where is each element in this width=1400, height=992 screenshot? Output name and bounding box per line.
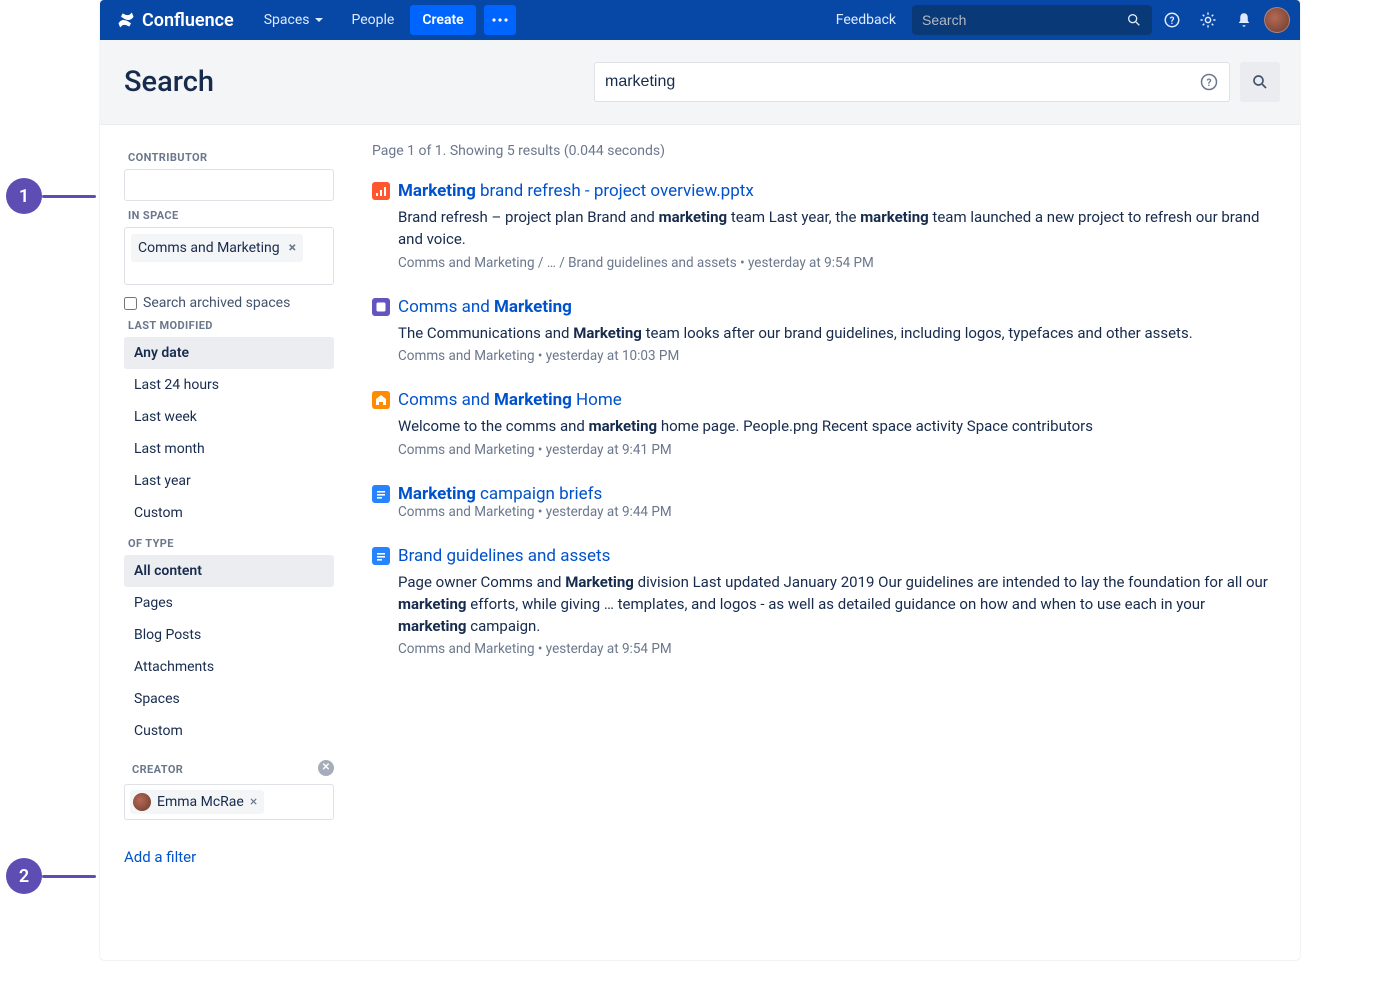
contributor-label: CONTRIBUTOR [128,151,334,164]
page-title: Search [124,65,344,99]
result-snippet: Welcome to the comms and marketing home … [398,416,1270,438]
search-result: Brand guidelines and assets Page owner Co… [372,546,1270,657]
confluence-logo-icon [116,10,136,30]
creator-input[interactable]: Emma McRae × [124,784,334,820]
gear-icon [1199,11,1217,29]
nav-more-button[interactable] [484,5,516,35]
nav-spaces[interactable]: Spaces [252,0,336,40]
results-panel: Page 1 of 1. Showing 5 results (0.044 se… [348,143,1300,866]
filter-option[interactable]: Last 24 hours [124,369,334,401]
settings-button[interactable] [1192,4,1224,36]
top-nav: Confluence Spaces People Create Feedback [100,0,1300,40]
search-header: Search ? [100,40,1300,125]
brand-label: Confluence [142,10,234,31]
search-result: Comms and Marketing The Communications an… [372,297,1270,365]
page-icon [372,485,390,503]
search-result: Marketing brand refresh - project overvi… [372,181,1270,271]
search-input[interactable] [605,73,1199,91]
filter-option[interactable]: Custom [124,715,334,747]
archived-checkbox[interactable] [124,297,137,310]
search-icon [1251,73,1269,91]
result-title-link[interactable]: Marketing brand refresh - project overvi… [398,181,754,201]
creator-clear-button[interactable]: ✕ [318,760,334,776]
archived-label: Search archived spaces [143,295,290,311]
svg-text:?: ? [1170,16,1175,27]
last-modified-options: Any dateLast 24 hoursLast weekLast month… [124,337,334,529]
result-snippet: Brand refresh – project plan Brand and m… [398,207,1270,251]
filters-sidebar: CONTRIBUTOR IN SPACE Comms and Marketing… [100,143,348,866]
filter-option[interactable]: Custom [124,497,334,529]
search-field-wrapper[interactable]: ? [594,62,1230,102]
filter-option[interactable]: All content [124,555,334,587]
in-space-label: IN SPACE [128,209,334,222]
bell-icon [1235,11,1253,29]
of-type-label: OF TYPE [128,537,334,550]
filter-option[interactable]: Any date [124,337,334,369]
result-path: Comms and Marketing / … / Brand guidelin… [398,255,1270,271]
ppt-icon [372,182,390,200]
filter-option[interactable]: Pages [124,587,334,619]
of-type-options: All contentPagesBlog PostsAttachmentsSpa… [124,555,334,747]
help-button[interactable]: ? [1156,4,1188,36]
result-title-link[interactable]: Comms and Marketing Home [398,390,622,410]
avatar[interactable] [1264,7,1290,33]
page-icon [372,547,390,565]
filter-option[interactable]: Spaces [124,683,334,715]
callout-1: 1 [6,178,96,214]
creator-name: Emma McRae [157,794,244,810]
search-result: Comms and Marketing Home Welcome to the c… [372,390,1270,458]
add-filter-link[interactable]: Add a filter [124,848,334,866]
filter-option[interactable]: Last year [124,465,334,497]
space-chip-label: Comms and Marketing [138,239,280,257]
create-button[interactable]: Create [410,5,475,35]
filter-option[interactable]: Last week [124,401,334,433]
result-path: Comms and Marketing • yesterday at 9:41 … [398,442,1270,458]
creator-chip: Emma McRae × [130,790,264,814]
search-submit-button[interactable] [1240,62,1280,102]
result-title-link[interactable]: Brand guidelines and assets [398,546,610,566]
home-icon [372,391,390,409]
result-title-link[interactable]: Comms and Marketing [398,297,572,317]
search-help-icon[interactable]: ? [1199,72,1219,92]
more-icon [492,18,508,22]
result-title-link[interactable]: Marketing campaign briefs [398,484,602,504]
creator-label: CREATOR [132,763,183,776]
nav-people[interactable]: People [340,0,407,40]
search-result: Marketing campaign briefsComms and Marke… [372,484,1270,520]
filter-option[interactable]: Attachments [124,651,334,683]
top-search-input[interactable] [922,12,1102,28]
notifications-button[interactable] [1228,4,1260,36]
last-modified-label: LAST MODIFIED [128,319,334,332]
result-snippet: Page owner Comms and Marketing division … [398,572,1270,637]
nav-feedback[interactable]: Feedback [824,0,908,40]
space-chip-remove[interactable]: × [289,241,296,255]
results-meta: Page 1 of 1. Showing 5 results (0.044 se… [372,143,1270,159]
chevron-down-icon [314,15,324,25]
help-icon: ? [1163,11,1181,29]
svg-text:?: ? [1207,78,1212,89]
brand[interactable]: Confluence [116,10,234,31]
result-snippet: The Communications and Marketing team lo… [398,323,1270,345]
contributor-input[interactable] [124,169,334,201]
space-icon [372,298,390,316]
callout-2: 2 [6,858,96,894]
space-chip: Comms and Marketing × [131,234,303,262]
filter-option[interactable]: Blog Posts [124,619,334,651]
in-space-input[interactable]: Comms and Marketing × [124,227,334,285]
result-path: Comms and Marketing • yesterday at 10:03… [398,348,1270,364]
filter-option[interactable]: Last month [124,433,334,465]
result-path: Comms and Marketing • yesterday at 9:54 … [398,641,1270,657]
search-icon [1126,12,1142,28]
archived-checkbox-row[interactable]: Search archived spaces [124,295,334,311]
top-search[interactable] [912,5,1152,35]
result-path: Comms and Marketing • yesterday at 9:44 … [398,504,1270,520]
creator-chip-remove[interactable]: × [250,794,257,810]
creator-avatar-icon [133,793,151,811]
